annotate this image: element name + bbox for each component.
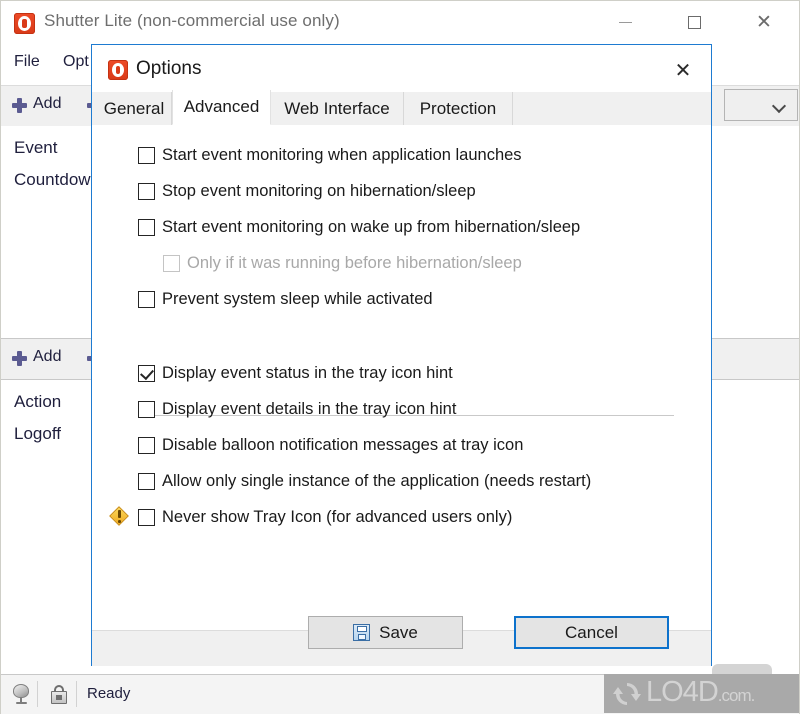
watermark-text: LO4D.com. bbox=[646, 676, 755, 708]
cancel-button[interactable]: Cancel bbox=[514, 616, 669, 649]
checkbox-row[interactable]: Allow only single instance of the applic… bbox=[138, 472, 591, 491]
maximize-button[interactable] bbox=[671, 2, 717, 42]
save-button[interactable]: Save bbox=[308, 616, 463, 649]
menu-item-file[interactable]: File bbox=[14, 53, 40, 71]
maximize-icon bbox=[687, 15, 701, 29]
checkbox-input[interactable] bbox=[138, 147, 155, 164]
watermark: LO4D.com. bbox=[604, 674, 799, 713]
checkbox-label: Stop event monitoring on hibernation/sle… bbox=[162, 182, 476, 200]
shutter-icon bbox=[108, 60, 128, 80]
checkbox-input[interactable] bbox=[138, 473, 155, 490]
dialog-content: Start event monitoring when application … bbox=[92, 125, 711, 630]
checkbox-label: Disable balloon notification messages at… bbox=[162, 436, 524, 454]
list-item[interactable]: Action bbox=[14, 392, 61, 412]
checkbox-label: Never show Tray Icon (for advanced users… bbox=[162, 508, 513, 526]
checkbox-label: Only if it was running before hibernatio… bbox=[187, 254, 522, 272]
plus-icon bbox=[12, 351, 27, 366]
checkbox-label: Display event details in the tray icon h… bbox=[162, 400, 457, 418]
warning-icon bbox=[109, 506, 129, 526]
add-action-button[interactable]: Add bbox=[33, 348, 61, 366]
list-item[interactable]: Logoff bbox=[14, 424, 61, 444]
refresh-arrows-icon bbox=[613, 683, 641, 705]
shutter-icon bbox=[14, 13, 35, 34]
toolbar-dropdown[interactable] bbox=[724, 89, 798, 121]
list-item[interactable]: Countdow bbox=[14, 170, 91, 190]
checkbox-input[interactable] bbox=[138, 401, 155, 418]
close-icon: ✕ bbox=[756, 11, 772, 33]
checkbox-row[interactable]: Display event status in the tray icon hi… bbox=[138, 364, 453, 383]
add-event-button[interactable]: Add bbox=[33, 95, 61, 113]
minimize-icon bbox=[618, 21, 632, 23]
checkbox-row[interactable]: Prevent system sleep while activated bbox=[138, 290, 433, 309]
floppy-disk-icon bbox=[353, 624, 371, 641]
dialog-title: Options bbox=[136, 58, 202, 79]
checkbox-label: Start event monitoring when application … bbox=[162, 146, 522, 164]
checkbox-input[interactable] bbox=[138, 219, 155, 236]
plus-icon bbox=[12, 98, 27, 113]
dialog-tabstrip: General Advanced Web Interface Protectio… bbox=[92, 90, 711, 126]
checkbox-input[interactable] bbox=[163, 255, 180, 272]
checkbox-row[interactable]: Disable balloon notification messages at… bbox=[138, 436, 523, 455]
save-button-label: Save bbox=[379, 622, 418, 642]
status-text: Ready bbox=[87, 685, 131, 702]
main-titlebar: Shutter Lite (non-commercial use only) ✕ bbox=[1, 1, 799, 45]
checkbox-label: Prevent system sleep while activated bbox=[162, 290, 433, 308]
checkbox-row[interactable]: Start event monitoring on wake up from h… bbox=[138, 218, 580, 237]
dialog-footer: Save Cancel bbox=[92, 616, 711, 666]
statusbar-divider bbox=[37, 681, 38, 707]
statusbar-divider bbox=[76, 681, 77, 707]
checkbox-row[interactable]: Start event monitoring when application … bbox=[138, 146, 522, 165]
close-button[interactable]: ✕ bbox=[741, 2, 787, 42]
list-item[interactable]: Event bbox=[14, 138, 57, 158]
main-window-title: Shutter Lite (non-commercial use only) bbox=[44, 11, 340, 30]
checkbox-row[interactable]: Display event details in the tray icon h… bbox=[138, 400, 456, 419]
lock-icon[interactable] bbox=[48, 683, 70, 705]
checkbox-input[interactable] bbox=[138, 183, 155, 200]
dialog-titlebar: Options ✕ bbox=[92, 45, 711, 92]
tab-advanced[interactable]: Advanced bbox=[172, 90, 271, 125]
tab-web-interface[interactable]: Web Interface bbox=[271, 92, 404, 125]
checkbox-row[interactable]: Stop event monitoring on hibernation/sle… bbox=[138, 182, 476, 201]
application-window: Shutter Lite (non-commercial use only) ✕… bbox=[0, 0, 800, 714]
cancel-button-label: Cancel bbox=[565, 622, 618, 642]
tab-general[interactable]: General bbox=[97, 92, 172, 125]
chevron-down-icon bbox=[773, 99, 786, 112]
checkbox-row[interactable]: Never show Tray Icon (for advanced users… bbox=[109, 506, 513, 527]
globe-icon[interactable] bbox=[10, 683, 32, 705]
checkbox-label: Allow only single instance of the applic… bbox=[162, 472, 592, 490]
checkbox-input[interactable] bbox=[138, 291, 155, 308]
checkbox-label: Start event monitoring on wake up from h… bbox=[162, 218, 581, 236]
checkbox-input[interactable] bbox=[138, 509, 155, 526]
minimize-button[interactable] bbox=[602, 2, 648, 42]
tabstrip-filler bbox=[513, 92, 711, 125]
dialog-close-button[interactable]: ✕ bbox=[665, 55, 701, 85]
menu-item-options[interactable]: Opt bbox=[63, 53, 89, 71]
checkbox-row[interactable]: Only if it was running before hibernatio… bbox=[163, 254, 522, 273]
options-dialog: Options ✕ General Advanced Web Interface… bbox=[91, 44, 712, 666]
checkbox-input[interactable] bbox=[138, 365, 155, 382]
checkbox-input[interactable] bbox=[138, 437, 155, 454]
checkbox-label: Display event status in the tray icon hi… bbox=[162, 364, 453, 382]
tab-protection[interactable]: Protection bbox=[404, 92, 513, 125]
